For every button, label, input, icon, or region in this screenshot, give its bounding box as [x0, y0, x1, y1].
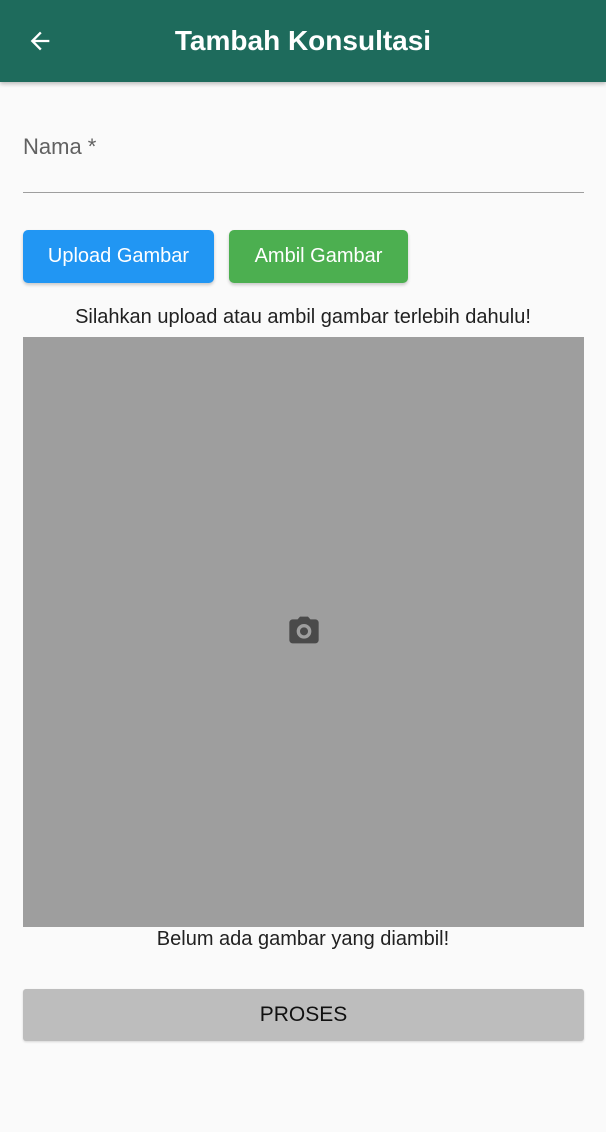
name-field-label: Nama * — [23, 134, 97, 159]
no-image-message: Belum ada gambar yang diambil! — [156, 928, 450, 950]
take-image-button[interactable]: Ambil Gambar — [229, 230, 408, 283]
camera-icon — [289, 616, 319, 644]
image-preview-placeholder — [23, 337, 584, 927]
name-input[interactable] — [23, 158, 588, 190]
name-field[interactable]: Nama * — [23, 120, 588, 193]
proses-button[interactable]: PROSES — [23, 989, 584, 1041]
upload-instruction-text: Silahkan upload atau ambil gambar terleb… — [75, 306, 531, 328]
app-bar: Tambah Konsultasi — [0, 0, 606, 82]
upload-image-button[interactable]: Upload Gambar — [23, 230, 214, 283]
page-title: Tambah Konsultasi — [174, 25, 432, 56]
